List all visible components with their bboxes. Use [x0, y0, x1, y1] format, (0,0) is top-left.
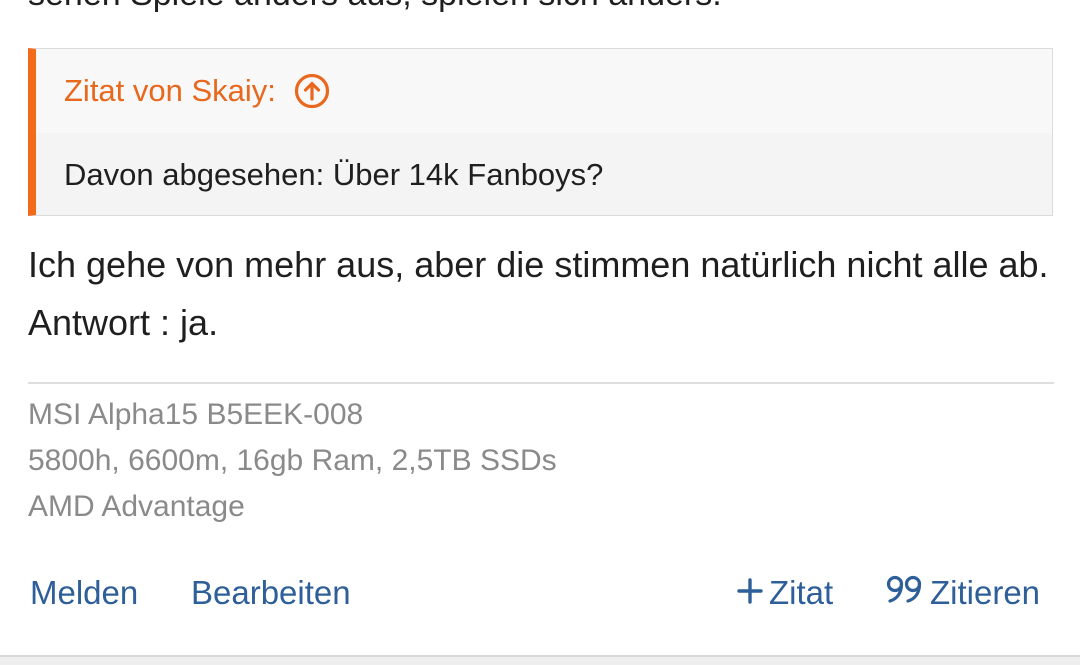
signature-line: AMD Advantage	[28, 490, 245, 523]
edit-label: Bearbeiten	[191, 574, 351, 611]
report-label: Melden	[30, 574, 139, 611]
quote-block: Zitat von Skaiy: Davon abgesehen: Über 1…	[28, 48, 1053, 216]
quote-header[interactable]: Zitat von Skaiy:	[36, 49, 1052, 133]
post-actions: Melden Bearbeiten Zitat Zitieren	[0, 570, 1080, 616]
arrow-up-circle-icon[interactable]	[294, 73, 330, 109]
quote-reply-label: Zitieren	[930, 574, 1041, 611]
post-body-text: Ich gehe von mehr aus, aber die stimmen …	[28, 244, 1049, 343]
plus-quote-button[interactable]: Zitat	[737, 570, 833, 616]
signature-line: MSI Alpha15 B5EEK-008	[28, 398, 364, 431]
edit-button[interactable]: Bearbeiten	[191, 570, 351, 616]
plus-icon	[737, 570, 763, 616]
quote-text: Davon abgesehen: Über 14k Fanboys?	[64, 156, 604, 192]
quote-author-label[interactable]: Zitat von Skaiy:	[64, 73, 276, 109]
report-button[interactable]: Melden	[30, 570, 138, 616]
bottom-separator	[0, 655, 1080, 665]
previous-post-text: sehen Spiele anders aus, spielen sich an…	[28, 0, 722, 14]
quote-reply-button[interactable]: Zitieren	[886, 570, 1040, 616]
signature-divider	[28, 382, 1054, 384]
quote-marks-icon	[886, 570, 924, 616]
plus-quote-label: Zitat	[769, 574, 834, 611]
user-signature: MSI Alpha15 B5EEK-008 5800h, 6600m, 16gb…	[28, 392, 557, 530]
signature-line: 5800h, 6600m, 16gb Ram, 2,5TB SSDs	[28, 444, 557, 477]
